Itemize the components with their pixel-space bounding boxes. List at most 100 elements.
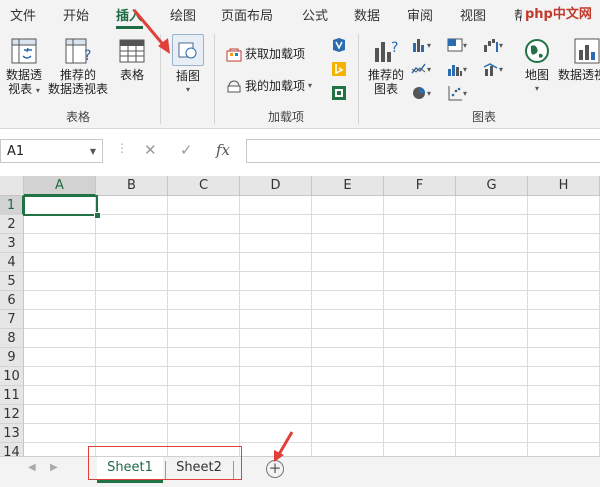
tab-formulas[interactable]: 公式: [302, 5, 328, 24]
gridline: [24, 233, 600, 234]
tab-page-layout[interactable]: 页面布局: [221, 5, 273, 24]
recommended-charts-button[interactable]: ? 推荐的 图表: [364, 36, 408, 96]
gridline: [24, 423, 600, 424]
gridline: [24, 252, 600, 253]
combo-chart-icon[interactable]: ▾: [483, 60, 505, 78]
pivot-table-icon: [11, 38, 37, 64]
column-header-d[interactable]: D: [240, 176, 312, 196]
active-cell-a1[interactable]: [23, 195, 98, 216]
pie-chart-icon[interactable]: ▾: [411, 84, 433, 102]
watermark-logo: php中文网: [522, 3, 595, 22]
gridline: [24, 271, 600, 272]
row-header-10[interactable]: 10: [0, 367, 24, 386]
illustrations-button[interactable]: 插图 ▾: [168, 69, 208, 97]
pivot-table-button[interactable]: 数据透 视表 ▾: [2, 36, 46, 98]
column-header-g[interactable]: G: [456, 176, 528, 196]
scatter-chart-icon[interactable]: ▾: [447, 84, 469, 102]
gridline: [24, 290, 600, 291]
gridline: [24, 328, 600, 329]
gridline: [24, 442, 600, 443]
formula-controls: ⋮ ✕ ✓ fx: [110, 139, 242, 163]
line-chart-icon[interactable]: ▾: [411, 60, 433, 78]
row-header-2[interactable]: 2: [0, 215, 24, 234]
gridline: [24, 404, 600, 405]
store-icon: [226, 48, 242, 61]
gridline: [24, 385, 600, 386]
group-separator: [358, 34, 359, 124]
gridline: [311, 196, 312, 456]
row-header-7[interactable]: 7: [0, 310, 24, 329]
maps-button[interactable]: 地图 ▾: [520, 36, 554, 96]
column-chart-icon[interactable]: ▾: [411, 36, 433, 54]
row-header-1[interactable]: 1: [0, 196, 24, 215]
tab-home[interactable]: 开始: [63, 5, 89, 24]
hierarchy-chart-icon[interactable]: ▾: [447, 36, 469, 54]
row-header-13[interactable]: 13: [0, 424, 24, 443]
row-header-6[interactable]: 6: [0, 291, 24, 310]
illustrations-icon[interactable]: [172, 34, 204, 66]
waterfall-chart-icon[interactable]: ▾: [483, 36, 505, 54]
cancel-icon[interactable]: ✕: [144, 141, 157, 159]
annotation-arrow-icon: [274, 431, 294, 462]
ribbon: 数据透 视表 ▾ ? 推荐的 数据透视表 表格 表格 插图 ▾ 获取加载项 我的…: [0, 30, 600, 129]
addins-group-label: 加载项: [268, 110, 305, 124]
gridline: [167, 196, 168, 456]
insert-function-icon[interactable]: fx: [216, 141, 230, 159]
people-graph-icon[interactable]: [331, 84, 353, 102]
tab-review[interactable]: 审阅: [407, 5, 433, 24]
formula-bar-grip-icon: ⋮: [116, 141, 128, 155]
enter-icon[interactable]: ✓: [180, 141, 193, 159]
my-addins-button[interactable]: 我的加载项 ▾: [226, 77, 312, 94]
column-header-a[interactable]: A: [24, 176, 96, 196]
pivot-chart-label: 数据透视: [558, 68, 600, 82]
column-header-e[interactable]: E: [312, 176, 384, 196]
get-addins-label: 获取加载项: [245, 47, 306, 61]
gridline: [24, 309, 600, 310]
row-header-9[interactable]: 9: [0, 348, 24, 367]
recommended-pivot-label-1: 推荐的: [59, 68, 96, 82]
pivot-chart-icon: [574, 38, 600, 64]
svg-text:?: ?: [84, 48, 91, 64]
row-header-11[interactable]: 11: [0, 386, 24, 405]
gridline: [24, 366, 600, 367]
name-box-dropdown-icon[interactable]: ▼: [90, 147, 96, 156]
tab-view[interactable]: 视图: [460, 5, 486, 24]
row-header-12[interactable]: 12: [0, 405, 24, 424]
recommended-charts-icon: ?: [375, 40, 398, 62]
group-separator: [214, 34, 215, 124]
pivot-chart-button[interactable]: 数据透视: [558, 36, 600, 82]
maps-label: 地图: [524, 68, 549, 82]
pivot-table-label-1: 数据透: [5, 68, 42, 82]
row-header-4[interactable]: 4: [0, 253, 24, 272]
column-header-h[interactable]: H: [528, 176, 600, 196]
recommended-pivot-icon: ?: [65, 38, 91, 64]
worksheet-grid[interactable]: ABCDEFGH123456789101112131415: [0, 176, 600, 481]
visio-icon[interactable]: [331, 36, 353, 54]
column-header-b[interactable]: B: [96, 176, 168, 196]
recommended-pivot-label-2: 数据透视表: [47, 82, 108, 96]
gridline: [24, 214, 600, 215]
formula-input[interactable]: [246, 139, 600, 163]
get-addins-button[interactable]: 获取加载项: [226, 45, 305, 62]
annotation-highlight-box: [88, 446, 242, 480]
column-header-c[interactable]: C: [168, 176, 240, 196]
tab-data[interactable]: 数据: [354, 5, 380, 24]
annotation-arrow-icon: [132, 9, 170, 54]
sheet-nav-prev-icon[interactable]: ◀: [28, 462, 36, 473]
statistic-chart-icon[interactable]: ▾: [447, 60, 469, 78]
formula-bar: A1 ▼ ⋮ ✕ ✓ fx: [0, 129, 600, 173]
sheet-nav-next-icon[interactable]: ▶: [50, 462, 58, 473]
illustrations-dropdown-icon: ▾: [185, 85, 190, 94]
column-header-f[interactable]: F: [384, 176, 456, 196]
recommended-pivot-button[interactable]: ? 推荐的 数据透视表: [46, 36, 110, 96]
select-all-corner[interactable]: [0, 176, 24, 196]
name-box[interactable]: A1 ▼: [0, 139, 103, 163]
bing-maps-icon[interactable]: [331, 60, 353, 78]
tab-file[interactable]: 文件: [10, 5, 36, 24]
recommended-charts-label-2: 图表: [373, 82, 398, 96]
fill-handle[interactable]: [94, 212, 101, 219]
row-header-3[interactable]: 3: [0, 234, 24, 253]
ribbon-tab-bar: 文件 开始 插入 绘图 页面布局 公式 数据 审阅 视图 帮 php中文网: [0, 0, 600, 30]
row-header-5[interactable]: 5: [0, 272, 24, 291]
row-header-8[interactable]: 8: [0, 329, 24, 348]
